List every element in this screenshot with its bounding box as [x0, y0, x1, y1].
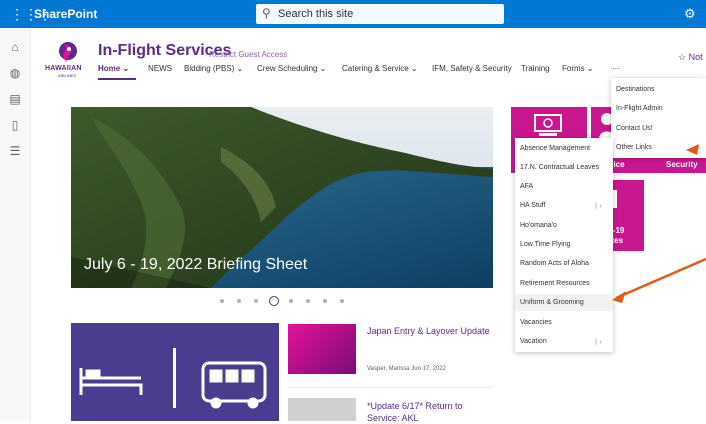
carousel-dot[interactable] — [254, 299, 258, 303]
other-links-menu: Absence Management 17.N. Contractual Lea… — [515, 138, 613, 352]
globe-icon[interactable]: ◍ — [8, 66, 22, 80]
waffle-icon[interactable]: ⋮⋮⋮ — [10, 6, 52, 22]
menu-item[interactable]: 17.N. Contractual Leaves — [520, 164, 599, 171]
chevron-right-icon: | › — [595, 337, 602, 346]
news-title[interactable]: Japan Entry & Layover Update — [367, 326, 492, 336]
search-box[interactable]: ⚲ Search this site — [256, 4, 504, 24]
follow-button[interactable]: ☆ Not — [678, 52, 703, 63]
guest-access-label: Restrict Guest Access — [209, 50, 288, 59]
more-menu: Destinations In-Flight Admin Contact Us!… — [611, 78, 706, 158]
lists-icon[interactable]: ☰ — [8, 144, 22, 158]
nav-forms[interactable]: Forms ⌄ — [562, 64, 594, 73]
tile-label: Security — [666, 160, 698, 169]
suite-bar: ⋮⋮⋮ SharePoint ⚲ Search this site ⚙ — [0, 0, 706, 28]
home-icon[interactable]: ⌂ — [8, 40, 22, 54]
search-icon: ⚲ — [262, 6, 271, 20]
hawaiian-logo-icon[interactable] — [58, 41, 78, 63]
carousel-dot[interactable] — [306, 299, 310, 303]
tile-divider — [173, 348, 176, 408]
menu-item[interactable]: Absence Management — [520, 145, 590, 152]
chevron-right-icon: › — [698, 143, 701, 152]
news-meta: Vasper, Marissa Jun 17, 2022 — [367, 366, 446, 372]
menu-item[interactable]: Low Time Flying — [520, 241, 571, 248]
carousel-dot[interactable] — [237, 299, 241, 303]
nav-bidding[interactable]: Bidding (PBS) ⌄ — [184, 64, 243, 73]
news-author[interactable]: Vasper, Marissa — [367, 366, 410, 372]
carousel-dot[interactable] — [340, 299, 344, 303]
logo-text: HAWAIIAN — [45, 65, 82, 72]
news-thumbnail[interactable] — [288, 324, 356, 374]
menu-item[interactable]: Destinations — [616, 86, 655, 93]
news-icon[interactable]: ▤ — [8, 92, 22, 106]
carousel-dot[interactable] — [289, 299, 293, 303]
menu-item[interactable]: Retirement Resources — [520, 280, 590, 287]
news-thumbnail[interactable] — [288, 398, 356, 421]
computer-icon — [534, 114, 562, 136]
carousel-dot[interactable] — [323, 299, 327, 303]
news-title[interactable]: *Update 6/17* Return to Service: AKL — [367, 400, 492, 424]
nav-ifm-safety[interactable]: IFM, Safety & Security — [432, 64, 512, 73]
logo-subtext: AIRLINES — [58, 73, 77, 78]
document-icon[interactable]: ▯ — [8, 118, 22, 132]
menu-item-other-links[interactable]: Other Links — [616, 144, 652, 151]
menu-item-uniform[interactable]: Uniform & Grooming — [520, 299, 584, 306]
app-name[interactable]: SharePoint — [34, 7, 97, 21]
news-divider — [288, 387, 493, 388]
hotel-transport-tile[interactable] — [71, 323, 279, 421]
menu-item[interactable]: Vacation — [520, 338, 547, 345]
app-bar: ⌂ ◍ ▤ ▯ ☰ — [0, 28, 31, 421]
chevron-right-icon: | › — [595, 201, 602, 210]
arrow-icon — [615, 257, 706, 300]
nav-active-underline — [98, 78, 136, 80]
menu-item[interactable]: Random Acts of Aloha — [520, 260, 589, 267]
menu-item[interactable]: In-Flight Admin — [616, 105, 663, 112]
menu-item[interactable]: AFA — [520, 183, 533, 190]
nav-crew-scheduling[interactable]: Crew Scheduling ⌄ — [257, 64, 326, 73]
carousel-dot[interactable] — [220, 299, 224, 303]
carousel-dot-active[interactable] — [269, 296, 279, 306]
arrow-head-icon — [612, 291, 626, 303]
menu-item[interactable]: HA Stuff — [520, 202, 546, 209]
menu-item[interactable]: Contact Us! — [616, 125, 653, 132]
menu-item[interactable]: Vacancies — [520, 319, 552, 326]
hero-title[interactable]: July 6 - 19, 2022 Briefing Sheet — [84, 256, 307, 274]
settings-icon[interactable]: ⚙ — [684, 6, 696, 22]
nav-training[interactable]: Training — [521, 64, 550, 73]
news-date: Jun 17, 2022 — [411, 366, 446, 372]
search-placeholder: Search this site — [278, 8, 354, 20]
nav-catering[interactable]: Catering & Service ⌄ — [342, 64, 418, 73]
nav-more-button[interactable]: ··· — [612, 64, 620, 73]
nav-news[interactable]: NEWS — [148, 64, 172, 73]
menu-item[interactable]: Ho'omana'o — [520, 222, 557, 229]
nav-home[interactable]: Home ⌄ — [98, 64, 129, 73]
